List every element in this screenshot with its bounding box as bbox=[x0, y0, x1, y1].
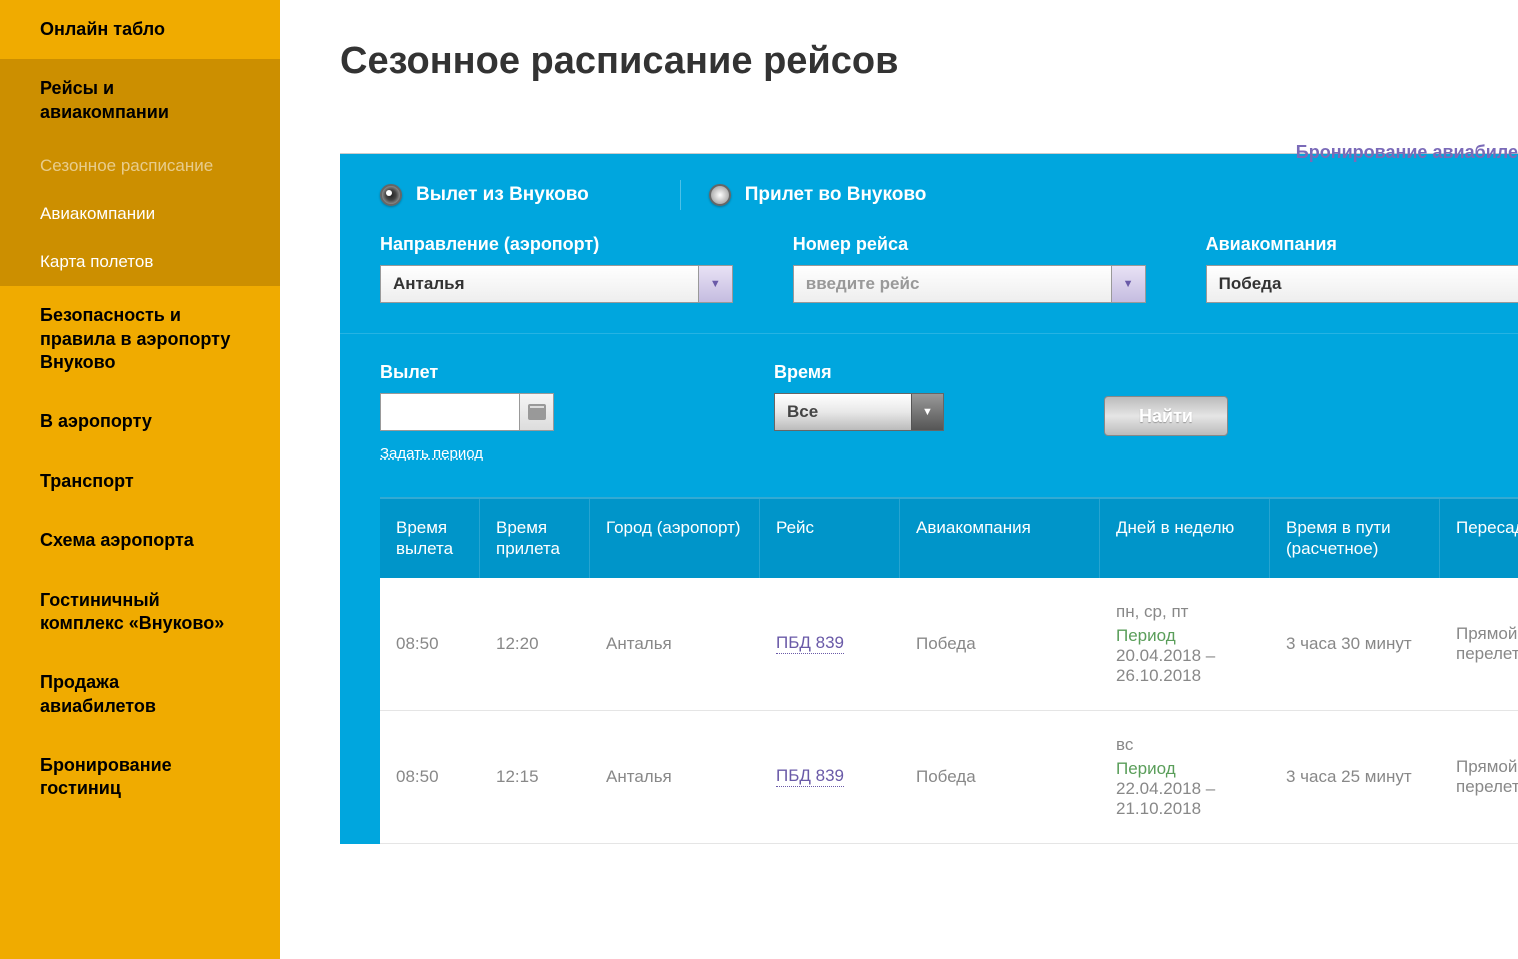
cell-duration: 3 часа 30 минут bbox=[1270, 578, 1440, 710]
direction-filter: Направление (аэропорт) ▼ bbox=[380, 234, 733, 303]
airline-label: Авиакомпания bbox=[1206, 234, 1518, 255]
chevron-down-icon: ▼ bbox=[911, 394, 943, 430]
radio-separator bbox=[680, 180, 681, 210]
date-filter: Вылет Задать период bbox=[380, 362, 554, 463]
th-transfers: Пересадки bbox=[1440, 499, 1518, 578]
sidebar: Онлайн табло Рейсы и авиакомпании Сезонн… bbox=[0, 0, 280, 959]
th-days: Дней в неделю bbox=[1100, 499, 1270, 578]
time-label: Время bbox=[774, 362, 944, 383]
table-body: 08:50 12:20 Анталья ПБД 839 Победа пн, с… bbox=[380, 578, 1518, 844]
cell-airline: Победа bbox=[900, 578, 1100, 710]
search-panel: Вылет из Внуково Прилет во Внуково Напра… bbox=[340, 153, 1518, 844]
flight-link[interactable]: ПБД 839 bbox=[776, 633, 844, 654]
cell-transfers: Прямой перелет bbox=[1440, 578, 1518, 710]
cell-arrival-time: 12:20 bbox=[480, 578, 590, 710]
sidebar-item-at-airport[interactable]: В аэропорту bbox=[0, 392, 280, 451]
cell-airline: Победа bbox=[900, 711, 1100, 843]
days-weekdays: пн, ср, пт bbox=[1116, 602, 1253, 622]
sidebar-item-hotel-complex[interactable]: Гостиничный комплекс «Внуково» bbox=[0, 571, 280, 654]
cell-arrival-time: 12:15 bbox=[480, 711, 590, 843]
time-filter: Время Все ▼ bbox=[774, 362, 944, 431]
flight-number-label: Номер рейса bbox=[793, 234, 1146, 255]
direction-label: Направление (аэропорт) bbox=[380, 234, 733, 255]
sidebar-item-flight-map[interactable]: Карта полетов bbox=[0, 238, 280, 286]
th-departure-time: Время вылета bbox=[380, 499, 480, 578]
booking-link-label: Бронирование авиабилетов bbox=[1296, 142, 1518, 163]
cell-days: пн, ср, пт Период 20.04.2018 – 26.10.201… bbox=[1100, 578, 1270, 710]
sidebar-item-transport[interactable]: Транспорт bbox=[0, 452, 280, 511]
cell-city: Анталья bbox=[590, 711, 760, 843]
sidebar-item-online-board[interactable]: Онлайн табло bbox=[0, 0, 280, 59]
booking-tickets-link[interactable]: Бронирование авиабилетов bbox=[1296, 140, 1518, 164]
days-date-range: 20.04.2018 – 26.10.2018 bbox=[1116, 646, 1253, 686]
radio-icon bbox=[709, 184, 731, 206]
cell-flight: ПБД 839 bbox=[760, 711, 900, 843]
panel-divider bbox=[340, 333, 1518, 334]
cell-departure-time: 08:50 bbox=[380, 711, 480, 843]
sidebar-item-flights-airlines[interactable]: Рейсы и авиакомпании bbox=[0, 59, 280, 142]
set-period-link[interactable]: Задать период bbox=[380, 445, 483, 462]
table-header: Время вылета Время прилета Город (аэропо… bbox=[380, 497, 1518, 578]
days-weekdays: вс bbox=[1116, 735, 1253, 755]
airline-input[interactable] bbox=[1206, 265, 1518, 303]
time-select[interactable]: Все ▼ bbox=[774, 393, 944, 431]
th-flight: Рейс bbox=[760, 499, 900, 578]
results-table: Время вылета Время прилета Город (аэропо… bbox=[380, 497, 1518, 844]
sidebar-item-airport-scheme[interactable]: Схема аэропорта bbox=[0, 511, 280, 570]
airline-filter: Авиакомпания ▼ bbox=[1206, 234, 1518, 303]
radio-departure-label: Вылет из Внуково bbox=[416, 184, 589, 206]
th-arrival-time: Время прилета bbox=[480, 499, 590, 578]
calendar-icon bbox=[528, 404, 546, 420]
th-airline: Авиакомпания bbox=[900, 499, 1100, 578]
flight-dropdown-btn[interactable]: ▼ bbox=[1112, 265, 1146, 303]
th-duration: Время в пути (расчетное) bbox=[1270, 499, 1440, 578]
days-period-label: Период bbox=[1116, 626, 1253, 646]
flight-link[interactable]: ПБД 839 bbox=[776, 766, 844, 787]
sidebar-item-hotel-booking[interactable]: Бронирование гостиниц bbox=[0, 736, 280, 819]
date-label: Вылет bbox=[380, 362, 554, 383]
sidebar-item-airlines[interactable]: Авиакомпании bbox=[0, 190, 280, 238]
cell-duration: 3 часа 25 минут bbox=[1270, 711, 1440, 843]
filters-row-1: Направление (аэропорт) ▼ Номер рейса ▼ А… bbox=[380, 234, 1518, 303]
direction-input[interactable] bbox=[380, 265, 699, 303]
table-row: 08:50 12:15 Анталья ПБД 839 Победа вс Пе… bbox=[380, 711, 1518, 844]
page-title: Сезонное расписание рейсов bbox=[340, 40, 1518, 83]
cell-transfers: Прямой перелет bbox=[1440, 711, 1518, 843]
time-select-value: Все bbox=[775, 402, 911, 422]
radio-arrival[interactable]: Прилет во Внуково bbox=[709, 184, 927, 206]
sidebar-item-ticket-sales[interactable]: Продажа авиабилетов bbox=[0, 653, 280, 736]
flight-number-filter: Номер рейса ▼ bbox=[793, 234, 1146, 303]
direction-radio-group: Вылет из Внуково Прилет во Внуково bbox=[380, 184, 1518, 206]
cell-departure-time: 08:50 bbox=[380, 578, 480, 710]
radio-arrival-label: Прилет во Внуково bbox=[745, 184, 927, 206]
flight-number-input[interactable] bbox=[793, 265, 1112, 303]
sidebar-item-security-rules[interactable]: Безопасность и правила в аэропорту Внуко… bbox=[0, 286, 280, 392]
cell-flight: ПБД 839 bbox=[760, 578, 900, 710]
calendar-button[interactable] bbox=[520, 393, 554, 431]
filters-row-2: Вылет Задать период Время Все ▼ bbox=[380, 362, 1518, 497]
radio-icon bbox=[380, 184, 402, 206]
table-row: 08:50 12:20 Анталья ПБД 839 Победа пн, с… bbox=[380, 578, 1518, 711]
radio-departure[interactable]: Вылет из Внуково bbox=[380, 184, 589, 206]
cell-days: вс Период 22.04.2018 – 21.10.2018 bbox=[1100, 711, 1270, 843]
direction-dropdown-btn[interactable]: ▼ bbox=[699, 265, 733, 303]
sidebar-item-seasonal-schedule[interactable]: Сезонное расписание bbox=[0, 142, 280, 190]
days-period-label: Период bbox=[1116, 759, 1253, 779]
cell-city: Анталья bbox=[590, 578, 760, 710]
date-input[interactable] bbox=[380, 393, 520, 431]
th-city: Город (аэропорт) bbox=[590, 499, 760, 578]
main-content: Сезонное расписание рейсов Бронирование … bbox=[280, 0, 1518, 959]
find-button[interactable]: Найти bbox=[1104, 396, 1228, 436]
days-date-range: 22.04.2018 – 21.10.2018 bbox=[1116, 779, 1253, 819]
